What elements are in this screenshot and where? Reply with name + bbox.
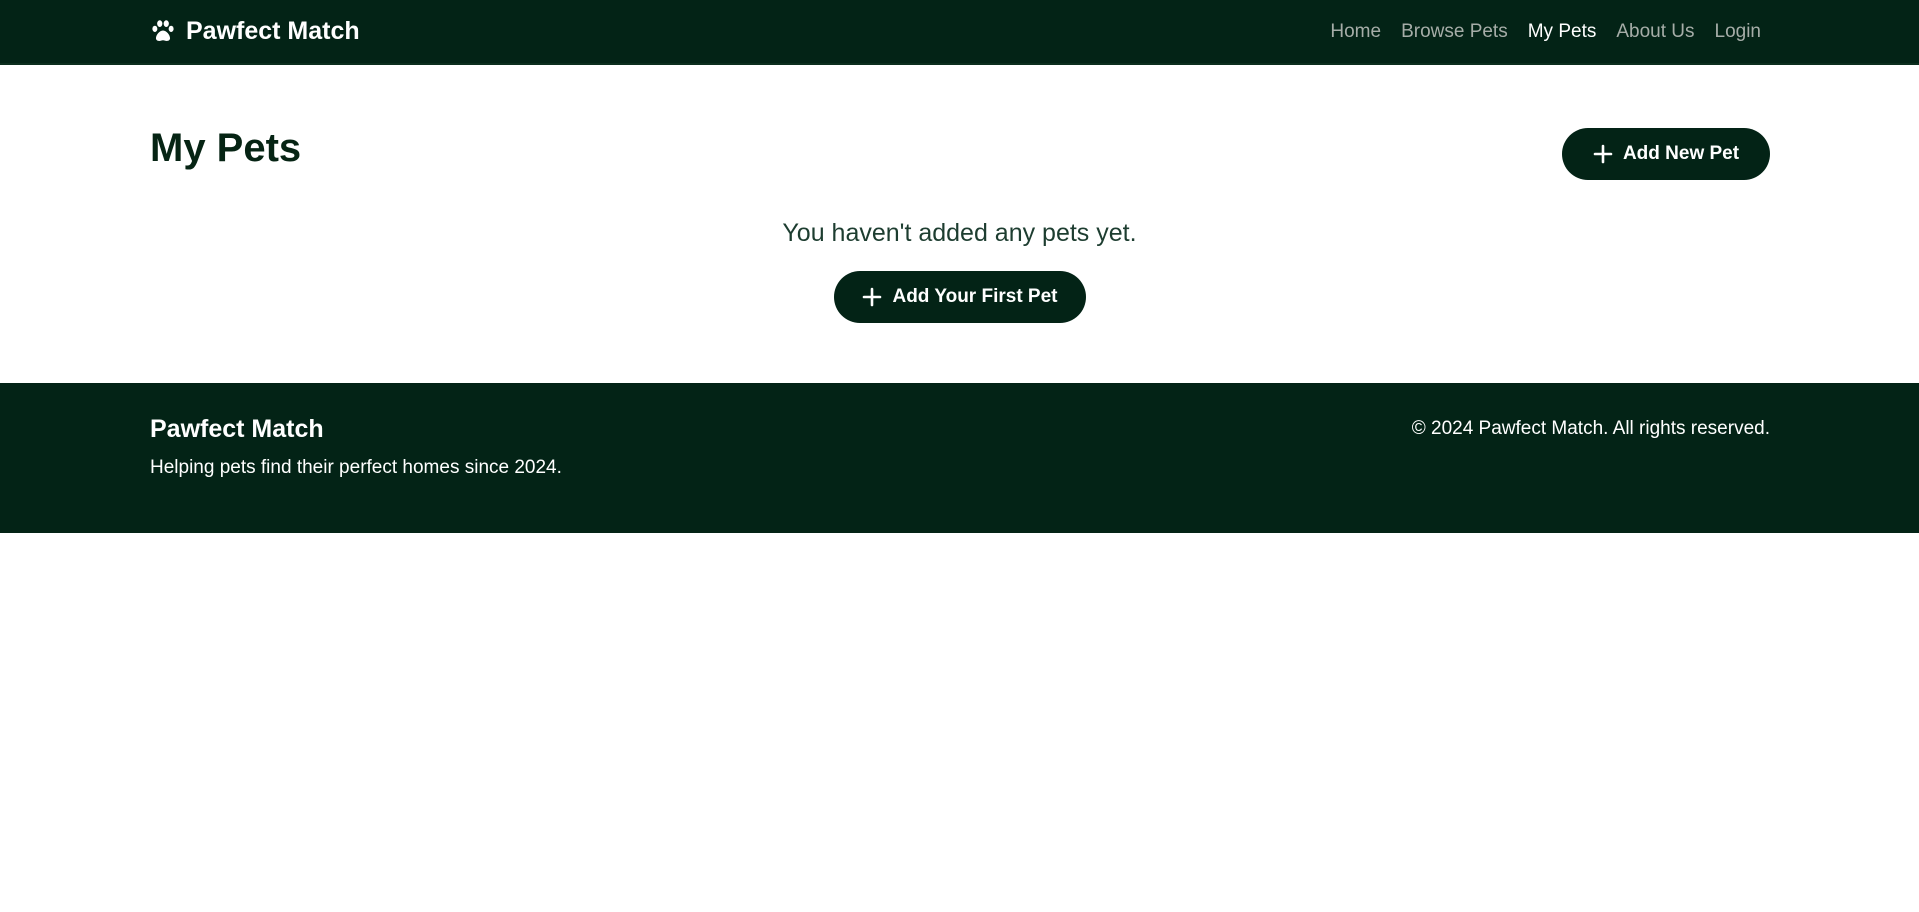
add-first-pet-label: Add Your First Pet <box>892 286 1058 307</box>
empty-state-message: You haven't added any pets yet. <box>782 219 1137 247</box>
nav-link-home[interactable]: Home <box>1330 21 1381 43</box>
nav-link-about-us[interactable]: About Us <box>1616 21 1694 43</box>
page-title: My Pets <box>150 126 302 170</box>
nav-link-login[interactable]: Login <box>1715 21 1762 43</box>
footer-copyright: © 2024 Pawfect Match. All rights reserve… <box>1411 418 1770 439</box>
brand-link[interactable]: Pawfect Match <box>150 15 360 47</box>
nav-link-my-pets[interactable]: My Pets <box>1528 21 1597 43</box>
nav-links: Home Browse Pets My Pets About Us Login <box>1330 18 1761 46</box>
add-first-pet-button[interactable]: Add Your First Pet <box>834 271 1086 323</box>
footer-tagline: Helping pets find their perfect homes si… <box>150 457 562 478</box>
footer-title: Pawfect Match <box>150 415 324 443</box>
plus-icon <box>1593 144 1613 164</box>
nav-link-browse-pets[interactable]: Browse Pets <box>1401 21 1508 43</box>
plus-icon <box>862 287 882 307</box>
footer: Pawfect Match Helping pets find their pe… <box>0 383 1919 533</box>
brand-name: Pawfect Match <box>186 16 360 45</box>
navbar: Pawfect Match Home Browse Pets My Pets A… <box>0 0 1919 65</box>
paw-icon <box>150 18 176 44</box>
add-new-pet-button[interactable]: Add New Pet <box>1562 128 1770 180</box>
add-new-pet-label: Add New Pet <box>1622 143 1740 164</box>
